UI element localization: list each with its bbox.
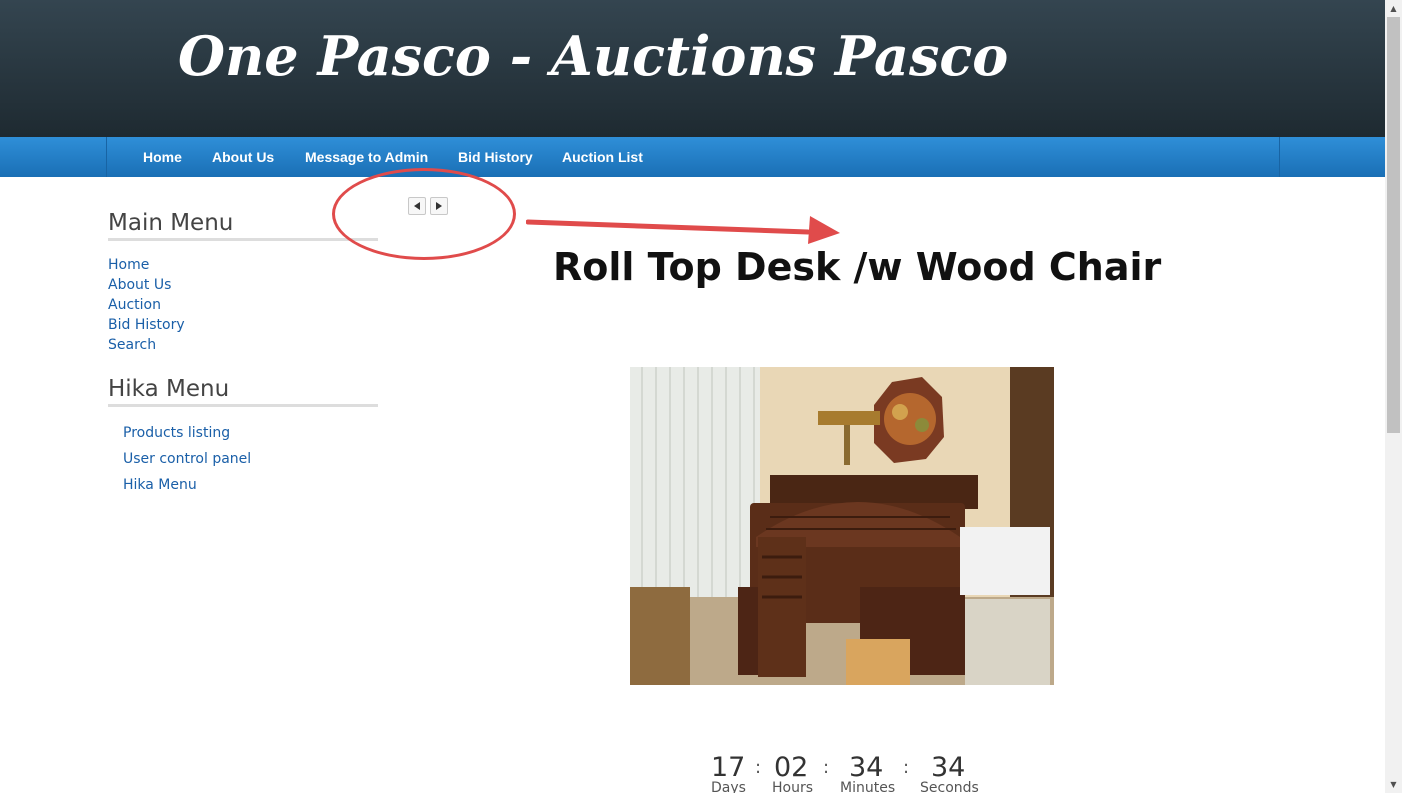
nav-item-about-us[interactable]: About Us [212,149,274,165]
main-menu-item-bid-history[interactable]: Bid History [108,317,185,333]
scroll-down-icon[interactable]: ▼ [1385,776,1402,793]
scrollbar-thumb[interactable] [1387,17,1400,433]
scroll-up-icon[interactable]: ▲ [1385,0,1402,17]
main-menu-item-auction[interactable]: Auction [108,297,161,313]
main-menu-item-about-us[interactable]: About Us [108,277,171,293]
countdown-seconds-label: Seconds [920,780,979,793]
site-header: One Pasco - Auctions Pasco [0,0,1385,137]
countdown-separator: : [755,757,762,778]
navbar-inner: Home About Us Message to Admin Bid Histo… [106,137,1280,177]
countdown-separator: : [903,757,910,778]
main-menu-item-search[interactable]: Search [108,337,156,353]
hika-menu-item-products-listing[interactable]: Products listing [123,425,230,441]
nav-item-home[interactable]: Home [143,149,182,165]
hika-menu-item-hika-menu[interactable]: Hika Menu [123,477,197,493]
product-title: Roll Top Desk /w Wood Chair [553,245,1162,289]
main-menu-item-home[interactable]: Home [108,257,149,273]
annotation-arrow-icon [526,216,840,244]
nav-item-auction-list[interactable]: Auction List [562,149,643,165]
countdown-minutes-label: Minutes [840,780,896,793]
hika-menu-item-user-control-panel[interactable]: User control panel [123,451,251,467]
hika-menu-heading: Hika Menu [108,376,378,407]
countdown-days-value: 17 [711,752,746,783]
countdown-minutes-value: 34 [849,752,884,783]
annotation-ellipse [332,168,516,260]
countdown-hours-label: Hours [772,780,814,793]
nav-item-bid-history[interactable]: Bid History [458,149,533,165]
top-navbar: Home About Us Message to Admin Bid Histo… [0,137,1385,177]
countdown-seconds-value: 34 [931,752,966,783]
product-image[interactable] [630,367,1054,685]
site-title: One Pasco - Auctions Pasco [178,24,1009,88]
nav-item-message-to-admin[interactable]: Message to Admin [305,149,428,165]
countdown-separator: : [823,757,830,778]
page-scrollbar[interactable]: ▲ ▼ [1385,0,1402,793]
countdown-days-label: Days [711,780,746,793]
countdown-hours-value: 02 [774,752,809,783]
